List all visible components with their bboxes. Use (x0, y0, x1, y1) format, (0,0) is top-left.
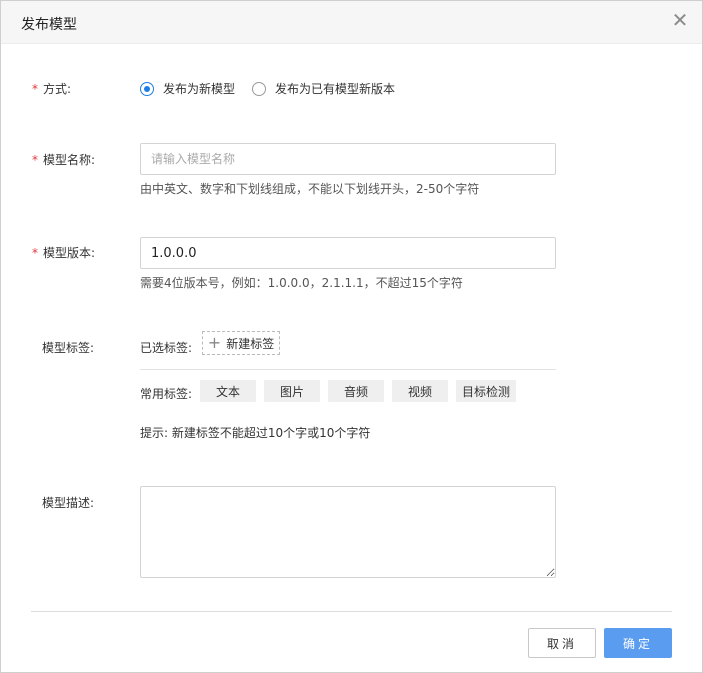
model-name-input[interactable] (140, 143, 556, 175)
model-desc-label: 模型描述: (42, 496, 95, 510)
tags-tip: 提示: 新建标签不能超过10个字或10个字符 (140, 426, 371, 440)
close-icon[interactable]: ✕ (670, 10, 690, 30)
confirm-button[interactable]: 确定 (604, 628, 672, 658)
common-tag-text[interactable]: 文本 (200, 380, 256, 402)
publish-model-dialog: 发布模型 ✕ * 方式: 发布为新模型 发布为已有模型新版本 * 模型名称: 由中英… (0, 0, 703, 673)
radio-new-model-label: 发布为新模型 (163, 82, 236, 96)
required-mark: * (32, 153, 38, 167)
new-tag-button[interactable]: + 新建标签 (202, 331, 280, 355)
required-mark: * (32, 82, 38, 96)
common-tag-image[interactable]: 图片 (264, 380, 320, 402)
radio-unchecked-icon (252, 81, 266, 96)
model-version-input[interactable] (140, 237, 556, 269)
radio-checked-icon (140, 81, 154, 96)
cancel-button[interactable]: 取消 (528, 628, 596, 658)
method-label: * 方式: (32, 80, 132, 97)
dialog-header: 发布模型 ✕ (1, 1, 702, 44)
radio-existing-model-version[interactable]: 发布为已有模型新版本 (252, 80, 395, 97)
model-version-label-text: 模型版本: (43, 246, 96, 260)
common-tag-audio[interactable]: 音频 (328, 380, 384, 402)
common-tag-video[interactable]: 视频 (392, 380, 448, 402)
common-tag-object-detection[interactable]: 目标检测 (456, 380, 516, 402)
required-mark: * (32, 246, 38, 260)
model-desc-textarea[interactable] (140, 486, 556, 578)
model-version-label: * 模型版本: (32, 244, 132, 261)
common-tags-label: 常用标签: (140, 387, 193, 401)
radio-existing-model-version-label: 发布为已有模型新版本 (275, 82, 396, 96)
model-name-label-text: 模型名称: (43, 153, 96, 167)
model-tags-label: 模型标签: (42, 341, 95, 355)
radio-new-model[interactable]: 发布为新模型 (140, 80, 235, 97)
tags-divider (140, 369, 556, 370)
new-tag-button-label: 新建标签 (226, 336, 275, 351)
model-name-hint: 由中英文、数字和下划线组成，不能以下划线开头，2-50个字符 (140, 182, 480, 196)
footer-divider (31, 611, 672, 612)
model-version-hint: 需要4位版本号，例如：1.0.0.0，2.1.1.1，不超过15个字符 (140, 276, 463, 290)
dialog-title: 发布模型 (21, 17, 77, 33)
plus-icon: + (207, 333, 222, 352)
model-name-label: * 模型名称: (32, 151, 132, 168)
method-label-text: 方式: (43, 82, 72, 96)
selected-tags-label: 已选标签: (140, 341, 193, 355)
